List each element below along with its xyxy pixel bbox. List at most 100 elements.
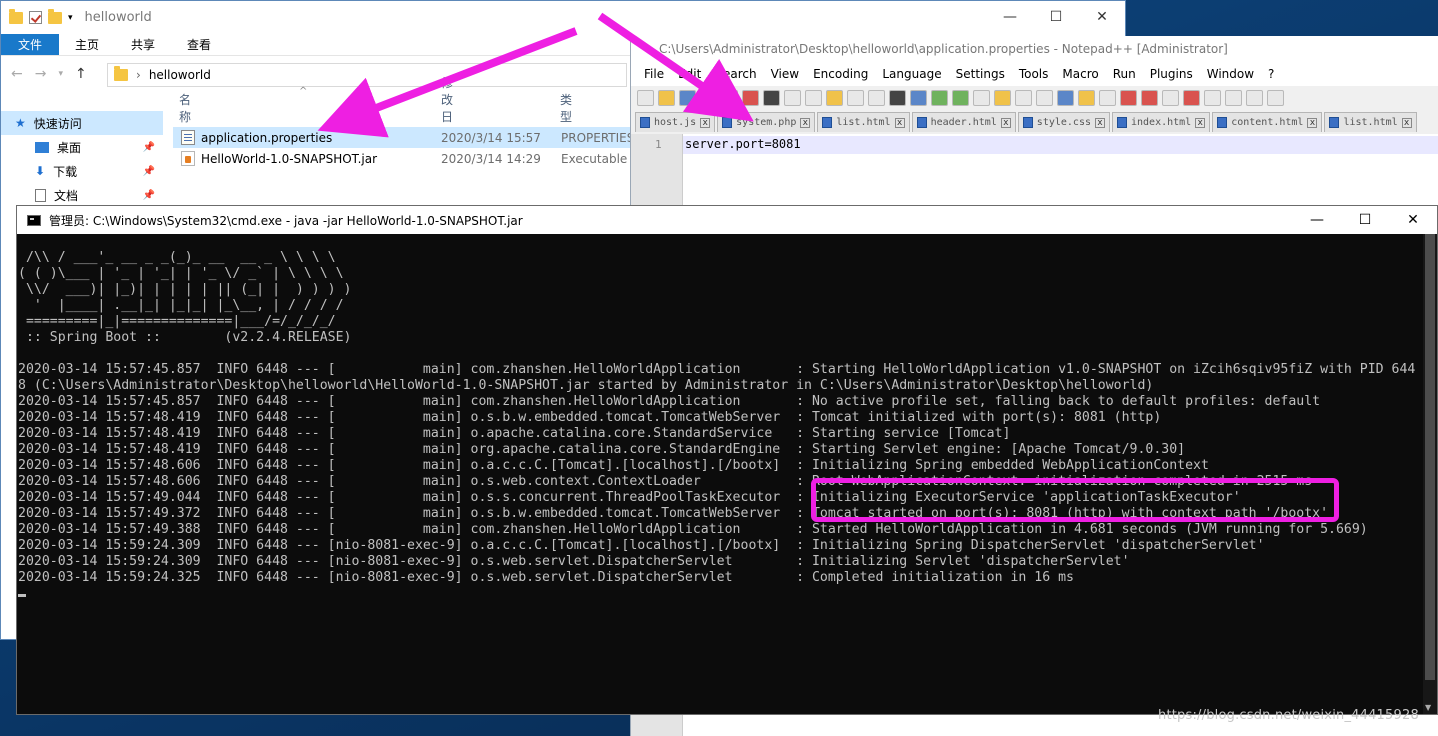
play-macro-multiple-icon[interactable] [1246, 90, 1263, 106]
menu-encoding[interactable]: Encoding [806, 67, 875, 81]
close-tab-icon[interactable]: x [1195, 117, 1206, 128]
highlight-box [811, 478, 1339, 522]
menu-macro[interactable]: Macro [1055, 67, 1105, 81]
menu-window[interactable]: Window [1200, 67, 1261, 81]
function-list-icon[interactable] [1120, 90, 1137, 106]
properties-check-icon[interactable] [29, 11, 42, 24]
stop-macro-icon[interactable] [1204, 90, 1221, 106]
up-arrow-icon[interactable]: ↑ [75, 66, 87, 82]
scrollbar-thumb[interactable] [1425, 234, 1435, 680]
tab-style-css[interactable]: style.css x [1017, 112, 1110, 132]
back-arrow-icon[interactable]: ← [11, 66, 23, 82]
close-tab-icon[interactable]: x [1094, 117, 1105, 128]
monitoring-icon[interactable] [1162, 90, 1179, 106]
indent-guide-icon[interactable] [1057, 90, 1074, 106]
scroll-down-icon[interactable]: ▼ [1425, 703, 1431, 712]
undo-icon[interactable] [847, 90, 864, 106]
zoom-in-icon[interactable] [931, 90, 948, 106]
save-all-icon[interactable] [700, 90, 717, 106]
sidebar-item-documents[interactable]: 文档 📌 [1, 183, 163, 207]
tab-system-php[interactable]: system.php x [717, 112, 816, 132]
close-tab-icon[interactable]: x [1401, 117, 1412, 128]
paste-icon[interactable] [826, 90, 843, 106]
folder-as-workspace-icon[interactable] [1141, 90, 1158, 106]
sync-horizontal-icon[interactable] [994, 90, 1011, 106]
open-file-icon[interactable] [658, 90, 675, 106]
word-wrap-icon[interactable] [1015, 90, 1032, 106]
menu-search[interactable]: Search [708, 67, 763, 81]
tab-file[interactable]: 文件 [1, 34, 60, 55]
sidebar-item-desktop[interactable]: 桌面 📌 [1, 135, 163, 159]
sidebar-item-quick-access[interactable]: ★ 快速访问 [1, 111, 163, 135]
explorer-titlebar[interactable]: ▾ helloworld — ☐ ✕ [1, 1, 1125, 34]
tab-content-html[interactable]: content.html x [1212, 112, 1323, 132]
menu-help[interactable]: ? [1261, 67, 1281, 81]
close-tab-icon[interactable]: x [700, 117, 711, 128]
maximize-button[interactable]: ☐ [1341, 206, 1389, 234]
pin-icon[interactable]: 📌 [143, 166, 155, 177]
console-scrollbar[interactable]: ▼ [1423, 234, 1437, 714]
close-tab-icon[interactable]: x [1000, 117, 1011, 128]
play-macro-icon[interactable] [1225, 90, 1242, 106]
udl-icon[interactable] [1078, 90, 1095, 106]
close-button[interactable]: ✕ [1079, 1, 1125, 33]
recent-dropdown-icon[interactable]: ▾ [58, 69, 63, 79]
tab-index-html[interactable]: index.html x [1111, 112, 1211, 132]
find-icon[interactable] [889, 90, 906, 106]
menu-run[interactable]: Run [1106, 67, 1143, 81]
sidebar-item-downloads[interactable]: ⬇ 下载 📌 [1, 159, 163, 183]
tab-share[interactable]: 共享 [115, 34, 171, 55]
sidebar-item-label: 下载 [53, 164, 78, 179]
pin-icon[interactable]: 📌 [143, 190, 155, 201]
menu-tools[interactable]: Tools [1012, 67, 1056, 81]
menu-language[interactable]: Language [875, 67, 948, 81]
menu-file[interactable]: File [637, 67, 671, 81]
sync-vertical-icon[interactable] [973, 90, 990, 106]
column-type[interactable]: 类型 [560, 91, 572, 125]
close-tab-icon[interactable]: x [894, 117, 905, 128]
save-icon[interactable] [679, 90, 696, 106]
tab-list-html[interactable]: list.html x [817, 112, 910, 132]
console-output[interactable]: /\\ / ___'_ __ _ _(_)_ __ __ _ \ \ \ \( … [17, 234, 1425, 714]
redo-icon[interactable] [868, 90, 885, 106]
tab-home[interactable]: 主页 [59, 34, 115, 55]
close-tab-icon[interactable]: x [1307, 117, 1318, 128]
tab-view[interactable]: 查看 [171, 34, 227, 55]
doc-map-icon[interactable] [1099, 90, 1116, 106]
quick-access-dropdown-icon[interactable]: ▾ [68, 13, 73, 23]
forward-arrow-icon[interactable]: → [35, 66, 47, 82]
column-name[interactable]: 名称 [179, 91, 191, 125]
show-all-chars-icon[interactable] [1036, 90, 1053, 106]
new-file-icon[interactable] [637, 90, 654, 106]
menu-plugins[interactable]: Plugins [1143, 67, 1200, 81]
npp-titlebar[interactable]: C:\Users\Administrator\Desktop\helloworl… [631, 36, 1438, 62]
close-all-icon[interactable] [742, 90, 759, 106]
close-tab-icon[interactable]: x [800, 117, 811, 128]
copy-icon[interactable] [805, 90, 822, 106]
menu-settings[interactable]: Settings [949, 67, 1012, 81]
minimize-button[interactable]: — [1293, 206, 1341, 234]
code-line[interactable]: server.port=8081 [683, 136, 1438, 154]
tab-host-js[interactable]: host.js x [635, 112, 716, 132]
zoom-out-icon[interactable] [952, 90, 969, 106]
maximize-button[interactable]: ☐ [1033, 1, 1079, 33]
close-button[interactable]: ✕ [1389, 206, 1437, 234]
cmd-titlebar[interactable]: 管理员: C:\Windows\System32\cmd.exe - java … [17, 206, 1437, 234]
save-macro-icon[interactable] [1267, 90, 1284, 106]
file-row[interactable]: application.properties 2020/3/14 15:57 P… [173, 127, 634, 148]
replace-icon[interactable] [910, 90, 927, 106]
close-file-icon[interactable] [721, 90, 738, 106]
pin-icon[interactable]: 📌 [143, 142, 155, 153]
tab-header-html[interactable]: header.html x [911, 112, 1016, 132]
address-bar[interactable]: › helloworld [107, 63, 627, 87]
tab-list-html-2[interactable]: list.html x [1324, 112, 1417, 132]
print-icon[interactable] [763, 90, 780, 106]
file-row[interactable]: HelloWorld-1.0-SNAPSHOT.jar 2020/3/14 14… [173, 148, 635, 169]
cmd-window[interactable]: 管理员: C:\Windows\System32\cmd.exe - java … [16, 205, 1438, 715]
minimize-button[interactable]: — [987, 1, 1033, 33]
menu-edit[interactable]: Edit [671, 67, 708, 81]
cut-icon[interactable] [784, 90, 801, 106]
menu-view[interactable]: View [764, 67, 806, 81]
new-folder-icon[interactable] [48, 8, 62, 24]
record-macro-icon[interactable] [1183, 90, 1200, 106]
